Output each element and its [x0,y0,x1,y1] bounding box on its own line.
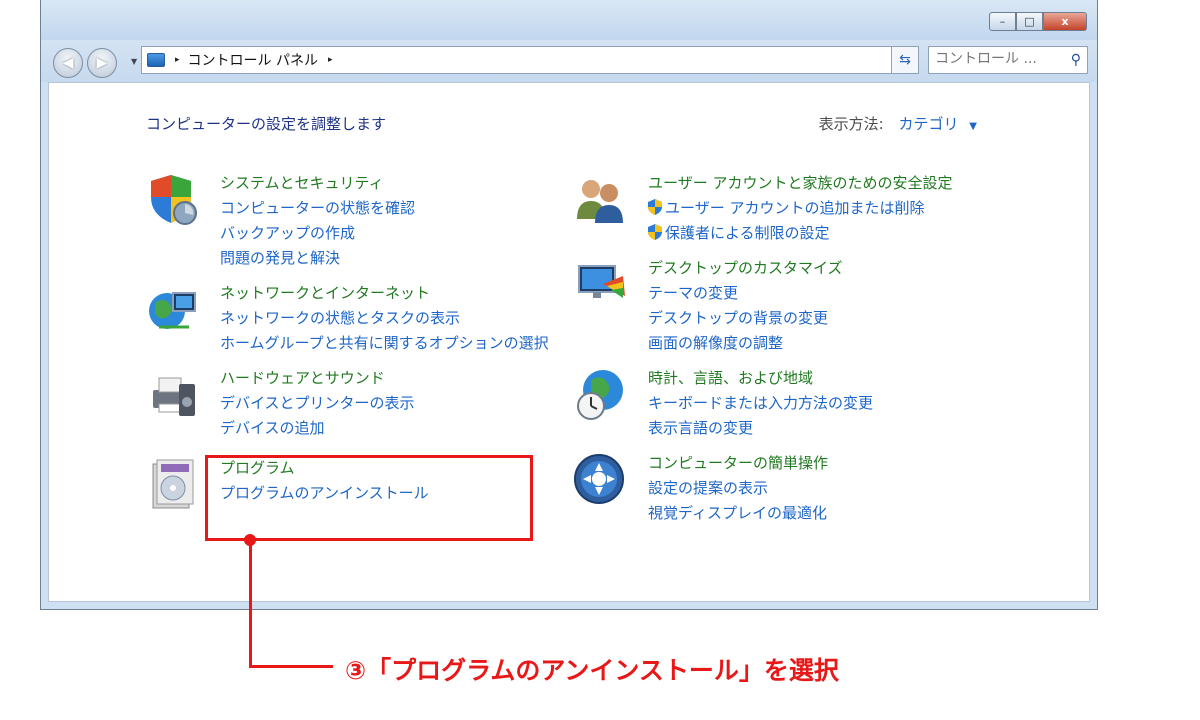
page-title: コンピューターの設定を調整します [146,115,387,133]
link-adjust-resolution[interactable]: 画面の解像度の調整 [648,331,843,356]
category-title-appearance[interactable]: デスクトップのカスタマイズ [648,256,843,281]
link-parental-controls[interactable]: 保護者による制限の設定 [648,221,952,246]
annotation-leader-line [249,665,333,668]
breadcrumb-separator[interactable]: ▸ [328,55,333,65]
view-by-arrow-icon[interactable]: ▼ [969,121,977,132]
link-find-fix-problems[interactable]: 問題の発見と解決 [220,246,415,271]
search-input[interactable] [935,47,1055,71]
recent-pages-dropdown[interactable]: ▼ [131,57,137,66]
link-let-windows-suggest[interactable]: 設定の提案の表示 [648,476,828,501]
link-add-remove-accounts-label: ユーザー アカウントの追加または削除 [665,199,925,217]
link-view-devices-printers[interactable]: デバイスとプリンターの表示 [220,391,415,416]
control-panel-icon [147,53,165,67]
link-optimize-display[interactable]: 視覚ディスプレイの最適化 [648,501,828,526]
view-by-label: 表示方法: [818,115,884,133]
annotation-highlight-box [205,455,533,541]
navigation-bar: ◀ ▶ ▼ ▸ コントロール パネル ▸ ▾ ⇆ ⚲ [41,40,1097,82]
uac-shield-icon [648,224,662,240]
clock-globe-icon [577,370,623,420]
breadcrumb-separator[interactable]: ▸ [175,55,180,65]
view-by-dropdown[interactable]: カテゴリ [899,115,959,133]
network-globe-icon [149,292,196,329]
link-view-network-status[interactable]: ネットワークの状態とタスクの表示 [220,306,549,331]
link-change-display-language[interactable]: 表示言語の変更 [648,416,873,441]
users-icon [577,180,623,223]
link-homegroup-options[interactable]: ホームグループと共有に関するオプションの選択 [220,331,549,356]
uac-shield-icon [648,199,662,215]
forward-button[interactable]: ▶ [87,48,117,78]
category-title-network-internet[interactable]: ネットワークとインターネット [220,281,549,306]
category-title-hardware-sound[interactable]: ハードウェアとサウンド [220,366,415,391]
annotation-instruction: ③「プログラムのアンインストール」を選択 [345,656,839,685]
link-parental-controls-label: 保護者による制限の設定 [665,224,830,242]
link-check-computer-status[interactable]: コンピューターの状態を確認 [220,196,415,221]
search-box[interactable]: ⚲ [928,46,1088,74]
category-title-system-security[interactable]: システムとセキュリティ [220,171,415,196]
link-change-theme[interactable]: テーマの変更 [648,281,843,306]
programs-box-icon [152,459,194,509]
title-bar: – □ x [41,0,1097,40]
maximize-button[interactable]: □ [1016,12,1043,31]
category-title-ease-of-access[interactable]: コンピューターの簡単操作 [648,451,828,476]
link-add-remove-accounts[interactable]: ユーザー アカウントの追加または削除 [648,196,952,221]
back-button[interactable]: ◀ [53,48,83,78]
breadcrumb-control-panel[interactable]: コントロール パネル [188,50,318,70]
category-title-clock-language-region[interactable]: 時計、言語、および地域 [648,366,873,391]
printer-icon [153,377,195,416]
link-create-backup[interactable]: バックアップの作成 [220,221,415,246]
link-add-device[interactable]: デバイスの追加 [220,416,415,441]
ease-of-access-icon [574,454,624,504]
refresh-button[interactable]: ⇆ [891,46,919,74]
search-icon[interactable]: ⚲ [1071,52,1081,68]
back-arrow-icon: ◀ [62,55,74,71]
category-title-user-accounts[interactable]: ユーザー アカウントと家族のための安全設定 [648,171,952,196]
link-change-background[interactable]: デスクトップの背景の変更 [648,306,843,331]
view-by: 表示方法: カテゴリ ▼ [819,113,977,134]
annotation-leader-line [249,540,252,668]
close-button[interactable]: x [1043,12,1087,31]
window-controls: – □ x [989,12,1087,31]
address-bar[interactable]: ▸ コントロール パネル ▸ ▾ [141,46,919,74]
minimize-button[interactable]: – [989,12,1016,31]
shield-icon [151,175,197,225]
link-change-keyboard[interactable]: キーボードまたは入力方法の変更 [648,391,873,416]
forward-arrow-icon: ▶ [96,55,108,71]
desktop-personalize-icon [578,265,625,298]
